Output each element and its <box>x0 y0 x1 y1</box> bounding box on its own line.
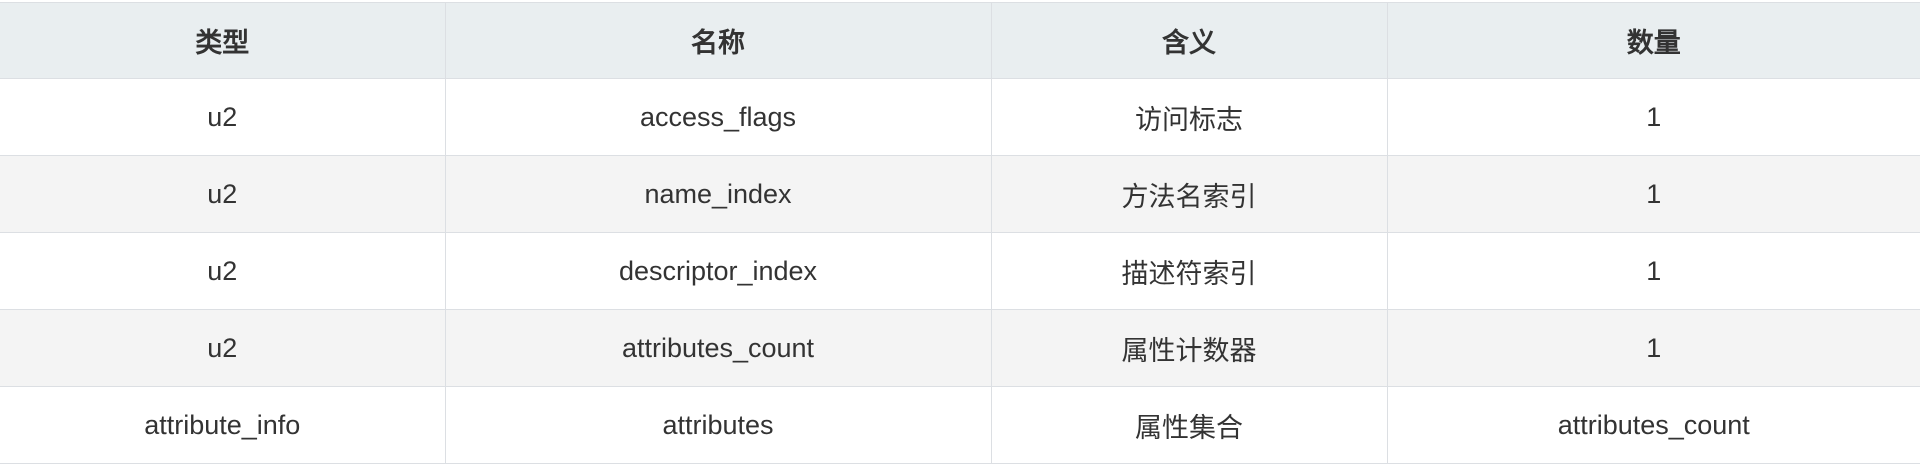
table-row: u2 attributes_count 属性计数器 1 <box>0 309 1920 387</box>
cell-meaning: 属性集合 <box>990 386 1388 464</box>
cell-type: u2 <box>0 155 446 233</box>
cell-count: 1 <box>1386 309 1920 387</box>
cell-type: u2 <box>0 78 446 156</box>
cell-meaning: 访问标志 <box>990 78 1388 156</box>
cell-name: access_flags <box>444 78 992 156</box>
cell-count: 1 <box>1386 232 1920 310</box>
header-meaning: 含义 <box>990 2 1388 79</box>
header-name: 名称 <box>444 2 992 79</box>
cell-name: attributes_count <box>444 309 992 387</box>
cell-meaning: 属性计数器 <box>990 309 1388 387</box>
header-type: 类型 <box>0 2 446 79</box>
cell-type: attribute_info <box>0 386 446 464</box>
cell-count: attributes_count <box>1386 386 1920 464</box>
cell-name: name_index <box>444 155 992 233</box>
cell-meaning: 描述符索引 <box>990 232 1388 310</box>
table-row: u2 descriptor_index 描述符索引 1 <box>0 232 1920 310</box>
method-info-table: 类型 名称 含义 数量 u2 access_flags 访问标志 1 u2 na… <box>0 2 1920 464</box>
cell-name: attributes <box>444 386 992 464</box>
cell-meaning: 方法名索引 <box>990 155 1388 233</box>
table-row: attribute_info attributes 属性集合 attribute… <box>0 386 1920 464</box>
cell-type: u2 <box>0 232 446 310</box>
table-row: u2 access_flags 访问标志 1 <box>0 78 1920 156</box>
header-count: 数量 <box>1386 2 1920 79</box>
cell-count: 1 <box>1386 78 1920 156</box>
cell-type: u2 <box>0 309 446 387</box>
cell-name: descriptor_index <box>444 232 992 310</box>
table-row: u2 name_index 方法名索引 1 <box>0 155 1920 233</box>
table-header-row: 类型 名称 含义 数量 <box>0 2 1920 79</box>
cell-count: 1 <box>1386 155 1920 233</box>
